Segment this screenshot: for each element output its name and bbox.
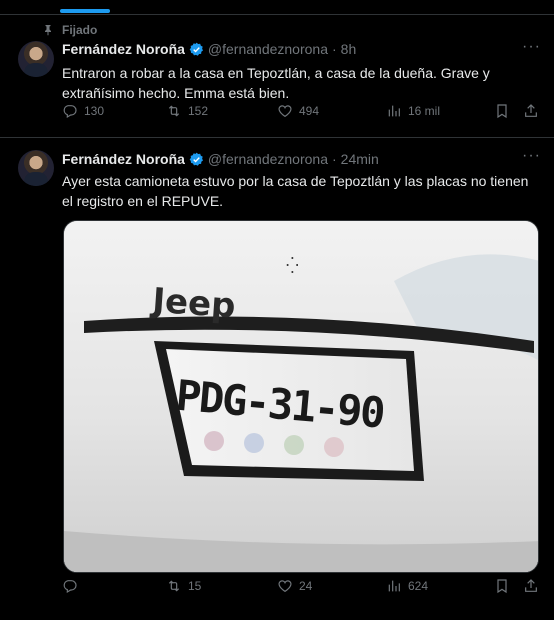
tweet-header: Fernández Noroña @fernandeznorona · 24mi… (62, 151, 379, 167)
bookmark-button[interactable] (494, 103, 510, 119)
verified-badge-icon (189, 152, 203, 166)
share-icon (525, 104, 537, 117)
share-button[interactable] (523, 103, 539, 119)
verified-badge-icon (189, 42, 203, 56)
avatar[interactable] (18, 150, 54, 186)
pinned-text: Fijado (62, 23, 98, 37)
svg-text:⁛: ⁛ (286, 256, 299, 275)
like-button[interactable]: 24 (277, 578, 312, 594)
car-plate-photo: Jeep PDG-31-90 ⁛ (64, 221, 538, 572)
views-button[interactable]: 16 mil (386, 103, 440, 119)
tweet-text: Ayer esta camioneta estuvo por la casa d… (62, 173, 529, 209)
tweet-time[interactable]: 8h (341, 41, 357, 57)
more-options-icon[interactable]: ··· (522, 39, 540, 59)
tweet-text: Entraron a robar a la casa en Tepoztlán,… (62, 65, 490, 101)
author-handle[interactable]: @fernandeznorona (208, 41, 328, 57)
views-icon (388, 580, 400, 592)
like-count: 494 (299, 104, 320, 118)
tweet-time[interactable]: 24min (341, 151, 379, 167)
bookmark-button[interactable] (494, 578, 510, 594)
views-button[interactable]: 624 (386, 578, 428, 594)
retweet-count: 15 (188, 579, 202, 593)
tab-active-indicator (60, 9, 110, 13)
like-count: 24 (299, 579, 313, 593)
author-name[interactable]: Fernández Noroña (62, 41, 185, 57)
reply-count: 130 (84, 104, 105, 118)
retweet-icon (168, 580, 180, 592)
heart-icon (278, 580, 292, 593)
share-button[interactable] (523, 578, 539, 594)
tweet-header: Fernández Noroña @fernandeznorona · 8h (62, 41, 356, 57)
retweet-count: 152 (188, 104, 209, 118)
bookmark-icon (497, 104, 507, 119)
reply-button[interactable]: 130 (62, 103, 104, 119)
bookmark-icon (497, 579, 507, 594)
separator-dot: · (331, 41, 337, 57)
more-options-icon[interactable]: ··· (522, 148, 540, 168)
tweet-pinned[interactable]: Fijado Fernández Noroña @fernandeznorona… (0, 14, 554, 138)
tweet[interactable]: Fernández Noroña @fernandeznorona · 24mi… (0, 138, 554, 620)
retweet-button[interactable]: 15 (166, 578, 201, 594)
views-icon (388, 105, 400, 117)
retweet-button[interactable]: 152 (166, 103, 208, 119)
author-handle[interactable]: @fernandeznorona (208, 151, 328, 167)
share-icon (525, 579, 537, 592)
author-name[interactable]: Fernández Noroña (62, 151, 185, 167)
reply-icon (63, 105, 77, 119)
reply-icon (63, 580, 77, 594)
view-count: 16 mil (408, 104, 441, 118)
brand-text: Jeep (149, 281, 237, 327)
pinned-label: Fijado (42, 23, 97, 37)
pin-icon (45, 25, 51, 36)
avatar[interactable] (18, 41, 54, 77)
heart-icon (278, 105, 292, 118)
retweet-icon (168, 105, 180, 117)
tweet-media-image[interactable]: Jeep PDG-31-90 ⁛ (63, 220, 539, 573)
reply-button[interactable] (62, 578, 84, 594)
like-button[interactable]: 494 (277, 103, 319, 119)
view-count: 624 (408, 579, 429, 593)
separator-dot: · (331, 151, 337, 167)
